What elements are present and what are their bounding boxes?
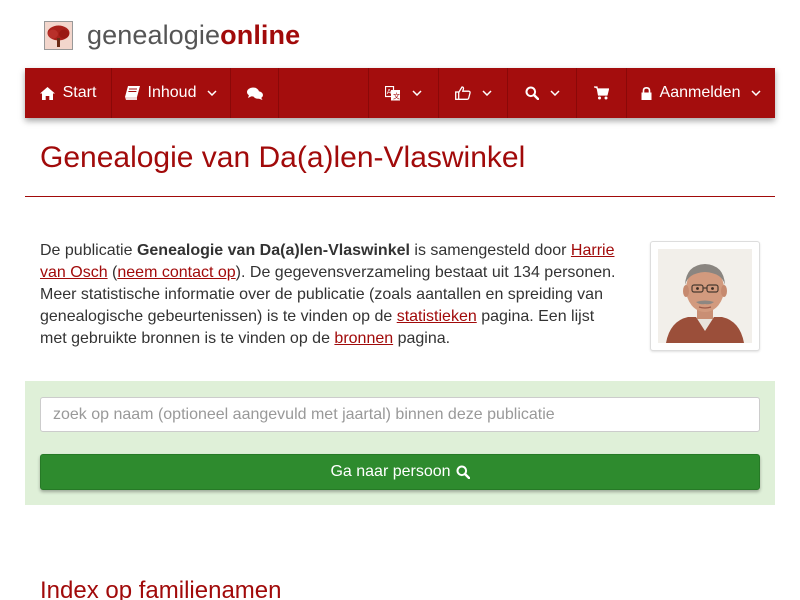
contact-link[interactable]: neem contact op <box>117 264 235 281</box>
nav-search-dropdown[interactable] <box>508 68 577 118</box>
chevron-down-icon <box>751 90 761 96</box>
tree-logo-icon <box>44 20 73 50</box>
author-photo[interactable] <box>650 241 760 351</box>
svg-text:文: 文 <box>393 91 400 100</box>
site-name-prefix: genealogie <box>87 19 221 50</box>
home-icon <box>39 86 55 100</box>
nav-login-label: Aanmelden <box>659 84 741 101</box>
intro-text-2: is samengesteld door <box>409 242 571 259</box>
svg-text:A: A <box>387 88 392 96</box>
person-search-input[interactable] <box>40 397 760 432</box>
publication-name: Genealogie van Da(a)len-Vlaswinkel <box>136 242 410 259</box>
cart-icon <box>594 86 609 100</box>
site-name: genealogieonline <box>87 20 300 51</box>
intro-text-1: De publicatie <box>40 242 137 259</box>
author-portrait-image <box>658 249 752 343</box>
translate-icon: A文 <box>385 85 401 101</box>
nav-start[interactable]: Start <box>25 68 112 118</box>
chevron-down-icon <box>549 90 560 96</box>
site-brand[interactable]: genealogieonline <box>44 18 300 52</box>
go-to-person-button[interactable]: Ga naar persoon <box>40 454 760 490</box>
intro-text-6: pagina. <box>393 330 451 347</box>
nav-spacer <box>279 68 369 118</box>
nav-content-dropdown[interactable]: Inhoud <box>112 68 231 118</box>
lock-icon <box>641 86 652 100</box>
person-search-panel: Ga naar persoon <box>25 381 775 505</box>
publication-intro: De publicatie Genealogie van Da(a)len-Vl… <box>40 240 620 350</box>
nav-language-dropdown[interactable]: A文 <box>369 68 439 118</box>
title-divider <box>25 196 775 197</box>
page-title: Genealogie van Da(a)len-Vlaswinkel <box>40 141 526 174</box>
search-icon <box>525 86 539 100</box>
statistics-link[interactable]: statistieken <box>397 308 477 325</box>
nav-content-label: Inhoud <box>147 84 197 101</box>
chevron-down-icon <box>207 90 217 96</box>
go-to-person-label: Ga naar persoon <box>330 463 451 480</box>
book-icon <box>124 86 140 100</box>
sources-link[interactable]: bronnen <box>334 330 393 347</box>
search-icon <box>456 465 470 479</box>
main-navbar: Start Inhoud A文 Aanmelden <box>25 68 775 118</box>
nav-shop[interactable] <box>577 68 627 118</box>
thumbs-up-icon <box>454 86 471 100</box>
chevron-down-icon <box>412 90 422 96</box>
chevron-down-icon <box>481 90 492 96</box>
surname-index-heading: Index op familienamen <box>40 577 282 600</box>
nav-rate-dropdown[interactable] <box>439 68 508 118</box>
nav-forum[interactable] <box>231 68 279 118</box>
nav-start-label: Start <box>62 84 97 101</box>
nav-login-dropdown[interactable]: Aanmelden <box>627 68 775 118</box>
site-name-suffix: online <box>220 19 301 50</box>
comments-icon <box>246 87 263 100</box>
